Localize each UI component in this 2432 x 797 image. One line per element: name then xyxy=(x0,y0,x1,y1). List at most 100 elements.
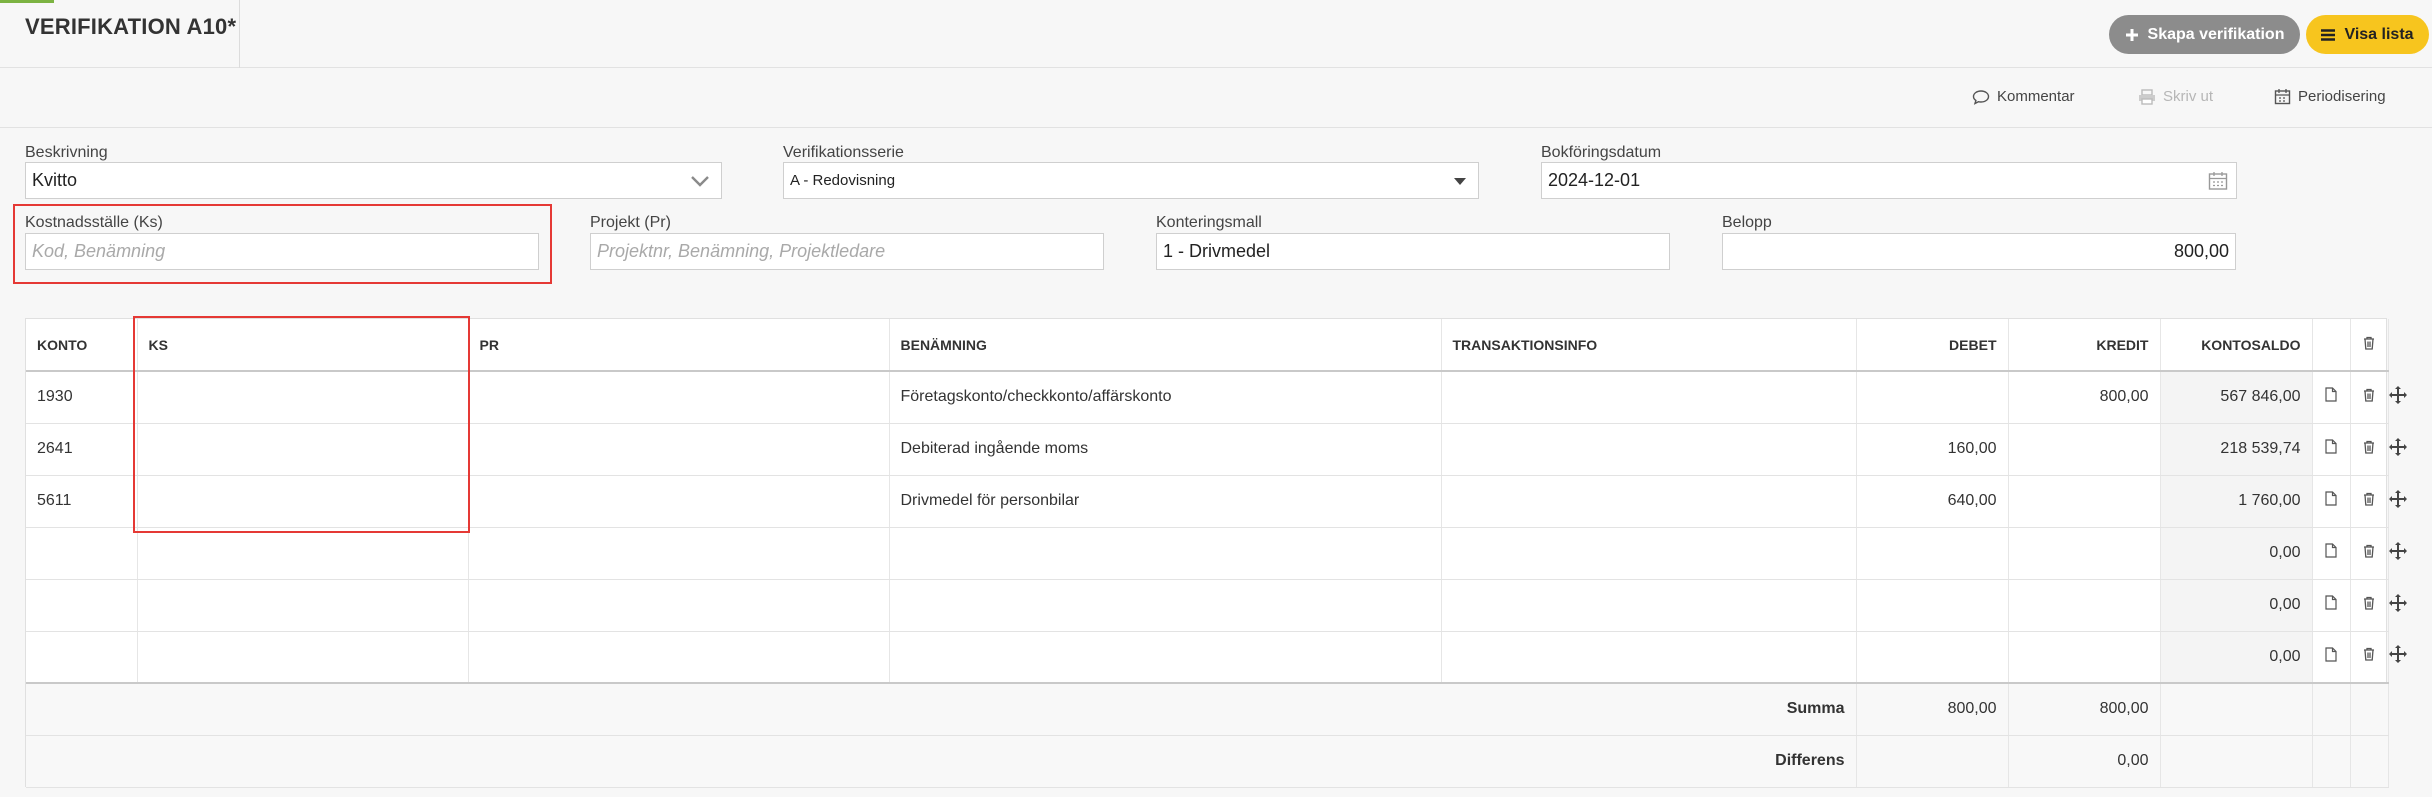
table-row[interactable]: 0,00 xyxy=(26,631,2407,684)
serie-select[interactable]: A - Redovisning xyxy=(783,162,1479,199)
ks-column-highlight-box xyxy=(133,316,470,533)
row-delete-button[interactable] xyxy=(2350,579,2389,632)
cell-pr[interactable] xyxy=(468,475,890,528)
header-kontosaldo[interactable]: KONTOSALDO xyxy=(2160,319,2313,372)
cell-ks[interactable] xyxy=(137,579,469,632)
row-delete-button[interactable] xyxy=(2350,423,2389,476)
cell-konto[interactable]: 2641 xyxy=(26,423,138,476)
differens-value: 0,00 xyxy=(2008,735,2161,788)
cell-benamning[interactable] xyxy=(889,527,1442,580)
cell-benamning[interactable] xyxy=(889,579,1442,632)
cell-kredit[interactable] xyxy=(2008,423,2161,476)
cell-kredit[interactable] xyxy=(2008,631,2161,684)
row-document-button[interactable] xyxy=(2312,579,2351,632)
header-delete-all[interactable] xyxy=(2350,319,2389,372)
row-document-button[interactable] xyxy=(2312,371,2351,424)
cell-konto[interactable] xyxy=(26,527,138,580)
show-list-button[interactable]: Visa lista xyxy=(2306,15,2429,54)
cell-kontosaldo: 218 539,74 xyxy=(2160,423,2313,476)
show-list-label: Visa lista xyxy=(2344,25,2414,43)
cell-pr[interactable] xyxy=(468,527,890,580)
cell-benamning[interactable]: Debiterad ingående moms xyxy=(889,423,1442,476)
cell-konto[interactable] xyxy=(26,579,138,632)
row-document-button[interactable] xyxy=(2312,423,2351,476)
cell-benamning[interactable]: Företagskonto/checkkonto/affärskonto xyxy=(889,371,1442,424)
serie-value: A - Redovisning xyxy=(790,172,896,189)
cell-kredit[interactable] xyxy=(2008,475,2161,528)
list-icon xyxy=(2321,28,2336,41)
cell-benamning[interactable]: Drivmedel för personbilar xyxy=(889,475,1442,528)
comment-icon xyxy=(1972,89,1990,105)
trash-icon xyxy=(2364,336,2374,350)
chevron-down-icon xyxy=(691,176,709,187)
header-konto[interactable]: KONTO xyxy=(26,319,138,372)
create-verification-label: Skapa verifikation xyxy=(2147,25,2285,43)
document-icon xyxy=(2325,387,2337,402)
cell-debet[interactable]: 160,00 xyxy=(1856,423,2009,476)
cell-kredit[interactable] xyxy=(2008,579,2161,632)
header-benamning[interactable]: BENÄMNING xyxy=(889,319,1442,372)
create-verification-button[interactable]: Skapa verifikation xyxy=(2109,15,2300,54)
cell-pr[interactable] xyxy=(468,579,890,632)
ks-placeholder: Kod, Benämning xyxy=(32,241,166,261)
cell-kredit[interactable]: 800,00 xyxy=(2008,371,2161,424)
cell-konto[interactable]: 5611 xyxy=(26,475,138,528)
ks-input[interactable]: Kod, Benämning xyxy=(25,233,539,270)
cell-ks[interactable] xyxy=(137,631,469,684)
cell-debet[interactable] xyxy=(1856,631,2009,684)
cell-kontosaldo: 0,00 xyxy=(2160,631,2313,684)
cell-debet[interactable]: 640,00 xyxy=(1856,475,2009,528)
cell-transaktionsinfo[interactable] xyxy=(1441,579,1857,632)
row-document-button[interactable] xyxy=(2312,475,2351,528)
cell-benamning[interactable] xyxy=(889,631,1442,684)
header-kredit[interactable]: KREDIT xyxy=(2008,319,2161,372)
cell-transaktionsinfo[interactable] xyxy=(1441,527,1857,580)
datum-input[interactable]: 2024-12-01 xyxy=(1541,162,2237,199)
projekt-input[interactable]: Projektnr, Benämning, Projektledare xyxy=(590,233,1104,270)
accrual-action[interactable]: Periodisering xyxy=(2274,88,2386,105)
print-action[interactable]: Skriv ut xyxy=(2138,88,2213,105)
summa-debet: 800,00 xyxy=(1856,682,2009,736)
cell-konto[interactable]: 1930 xyxy=(26,371,138,424)
cell-pr[interactable] xyxy=(468,631,890,684)
header-pr[interactable]: PR xyxy=(468,319,890,372)
row-delete-button[interactable] xyxy=(2350,475,2389,528)
cell-transaktionsinfo[interactable] xyxy=(1441,371,1857,424)
row-delete-button[interactable] xyxy=(2350,371,2389,424)
cell-konto[interactable] xyxy=(26,631,138,684)
cell-debet[interactable] xyxy=(1856,371,2009,424)
cell-transaktionsinfo[interactable] xyxy=(1441,423,1857,476)
cell-debet[interactable] xyxy=(1856,579,2009,632)
cell-transaktionsinfo[interactable] xyxy=(1441,475,1857,528)
cell-kredit[interactable] xyxy=(2008,527,2161,580)
row-document-button[interactable] xyxy=(2312,527,2351,580)
print-label: Skriv ut xyxy=(2163,88,2214,105)
header-debet[interactable]: DEBET xyxy=(1856,319,2009,372)
beskrivning-select[interactable]: Kvitto xyxy=(25,162,722,199)
datum-value: 2024-12-01 xyxy=(1548,170,1641,190)
row-delete-button[interactable] xyxy=(2350,631,2389,684)
mall-input[interactable]: 1 - Drivmedel xyxy=(1156,233,1670,270)
calendar-picker-icon[interactable] xyxy=(2208,171,2228,191)
document-icon xyxy=(2325,439,2337,454)
cell-kontosaldo: 0,00 xyxy=(2160,579,2313,632)
cell-transaktionsinfo[interactable] xyxy=(1441,631,1857,684)
move-icon xyxy=(2388,541,2407,560)
belopp-input[interactable]: 800,00 xyxy=(1722,233,2236,270)
cell-pr[interactable] xyxy=(468,371,890,424)
cell-debet[interactable] xyxy=(1856,527,2009,580)
datum-label: Bokföringsdatum xyxy=(1541,144,1662,161)
mall-label: Konteringsmall xyxy=(1156,214,1262,231)
header-transaktionsinfo[interactable]: TRANSAKTIONSINFO xyxy=(1441,319,1857,372)
comment-action[interactable]: Kommentar xyxy=(1972,88,2075,105)
table-row[interactable]: 0,00 xyxy=(26,579,2407,632)
table-row[interactable]: 0,00 xyxy=(26,527,2407,580)
row-delete-button[interactable] xyxy=(2350,527,2389,580)
cell-pr[interactable] xyxy=(468,423,890,476)
trash-icon xyxy=(2364,440,2374,454)
move-icon xyxy=(2388,489,2407,508)
row-document-button[interactable] xyxy=(2312,631,2351,684)
document-icon xyxy=(2325,595,2337,610)
cell-ks[interactable] xyxy=(137,527,469,580)
ks-label: Kostnadsställe (Ks) xyxy=(25,214,163,231)
